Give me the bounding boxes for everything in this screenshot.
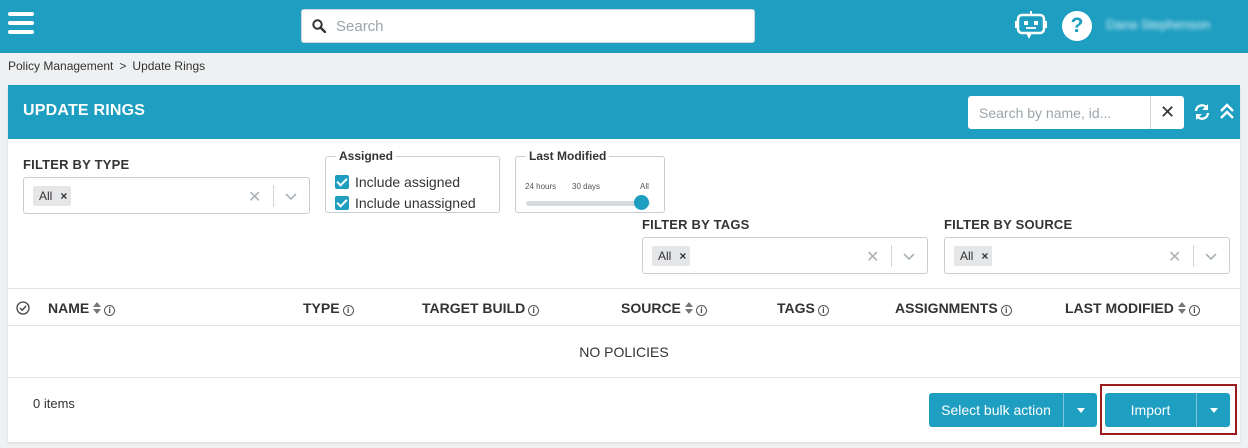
column-label: LAST MODIFIED bbox=[1065, 300, 1174, 316]
column-label: SOURCE bbox=[621, 300, 681, 316]
info-icon[interactable]: i bbox=[1188, 305, 1200, 316]
column-assignments[interactable]: ASSIGNMENTS i bbox=[895, 300, 1012, 316]
remove-tag-icon[interactable]: × bbox=[981, 249, 988, 263]
slider-tick-24-hours: 24 hours bbox=[525, 182, 557, 191]
column-tags[interactable]: TAGS i bbox=[777, 300, 829, 316]
slider-tick-all: All bbox=[640, 182, 649, 191]
user-name[interactable]: Dana Stephenson bbox=[1106, 17, 1210, 32]
bulk-action-button-group: Select bulk action bbox=[929, 393, 1097, 427]
filter-tags-select[interactable]: All × ✕ bbox=[642, 237, 928, 274]
divider bbox=[1193, 245, 1194, 267]
filter-source-select[interactable]: All × ✕ bbox=[944, 237, 1230, 274]
global-search-input[interactable] bbox=[336, 10, 736, 42]
search-icon bbox=[312, 19, 326, 33]
column-label: TYPE bbox=[303, 300, 340, 316]
chevron-down-icon[interactable] bbox=[283, 188, 299, 204]
close-icon[interactable]: ✕ bbox=[1150, 96, 1184, 129]
item-count: 0 items bbox=[33, 396, 75, 411]
empty-state: NO POLICIES bbox=[8, 326, 1240, 378]
clear-icon[interactable]: ✕ bbox=[1168, 247, 1181, 267]
include-unassigned-checkbox[interactable]: Include unassigned bbox=[335, 195, 476, 211]
sort-icon[interactable] bbox=[1177, 302, 1186, 314]
slider-tick-30-days: 30 days bbox=[572, 182, 601, 191]
caret-down-icon[interactable] bbox=[1063, 393, 1097, 427]
last-modified-group: Last Modified 24 hours 30 days All bbox=[515, 149, 665, 213]
breadcrumb: Policy Management > Update Rings bbox=[8, 59, 205, 73]
breadcrumb-policy-management[interactable]: Policy Management bbox=[8, 59, 113, 73]
panel-search: ✕ bbox=[968, 96, 1184, 129]
filter-type-select[interactable]: All × ✕ bbox=[23, 177, 310, 214]
last-modified-legend: Last Modified bbox=[529, 149, 607, 163]
column-type[interactable]: TYPE i bbox=[303, 300, 354, 316]
breadcrumb-update-rings: Update Rings bbox=[132, 59, 206, 73]
info-icon[interactable]: i bbox=[695, 305, 707, 316]
filter-type-tag: All × bbox=[33, 186, 72, 206]
filter-source-label: FILTER BY SOURCE bbox=[944, 217, 1073, 232]
remove-tag-icon[interactable]: × bbox=[679, 249, 686, 263]
help-icon[interactable]: ? bbox=[1062, 11, 1092, 41]
top-bar: ? Dana Stephenson bbox=[0, 0, 1248, 53]
info-icon[interactable]: i bbox=[1000, 305, 1012, 316]
column-last-modified[interactable]: LAST MODIFIED i bbox=[1065, 300, 1200, 316]
table-header: NAME i TYPE i TARGET BUILD i SOURCE i TAGS i … bbox=[8, 288, 1240, 326]
global-search bbox=[301, 9, 755, 43]
breadcrumb-separator: > bbox=[119, 59, 127, 73]
filter-source-tag: All × bbox=[954, 246, 993, 266]
info-icon[interactable]: i bbox=[528, 305, 540, 316]
column-label: NAME bbox=[48, 300, 90, 316]
panel-search-input[interactable] bbox=[968, 96, 1150, 129]
filter-tags-tag: All × bbox=[652, 246, 691, 266]
filter-type-label: FILTER BY TYPE bbox=[23, 157, 130, 172]
update-rings-panel: UPDATE RINGS ✕ FILTER BY TYPE All × ✕ Ass… bbox=[8, 85, 1240, 442]
remove-tag-icon[interactable]: × bbox=[60, 189, 67, 203]
bulk-action-button[interactable]: Select bulk action bbox=[929, 393, 1063, 427]
slider-handle[interactable] bbox=[634, 195, 649, 210]
include-assigned-label: Include assigned bbox=[355, 174, 461, 190]
clear-icon[interactable]: ✕ bbox=[866, 247, 879, 267]
checkbox-icon bbox=[335, 175, 349, 189]
filter-tags-label: FILTER BY TAGS bbox=[642, 217, 750, 232]
tag-label: All bbox=[39, 189, 53, 203]
tag-label: All bbox=[658, 249, 672, 263]
include-assigned-checkbox[interactable]: Include assigned bbox=[335, 174, 460, 190]
column-label: TARGET BUILD bbox=[422, 300, 526, 316]
chevron-down-icon[interactable] bbox=[901, 248, 917, 264]
clear-icon[interactable]: ✕ bbox=[248, 187, 261, 207]
page-title: UPDATE RINGS bbox=[23, 102, 146, 119]
last-modified-slider[interactable] bbox=[526, 201, 650, 206]
panel-header: UPDATE RINGS ✕ bbox=[8, 85, 1240, 139]
assigned-legend: Assigned bbox=[339, 149, 394, 163]
info-icon[interactable]: i bbox=[104, 305, 116, 316]
divider bbox=[273, 185, 274, 207]
column-label: ASSIGNMENTS bbox=[895, 300, 998, 316]
info-icon[interactable]: i bbox=[342, 305, 354, 316]
assigned-group: Assigned Include assigned Include unassi… bbox=[325, 149, 500, 213]
column-target-build[interactable]: TARGET BUILD i bbox=[422, 300, 540, 316]
sort-icon[interactable] bbox=[93, 302, 102, 314]
import-highlight-box bbox=[1100, 384, 1237, 435]
divider bbox=[891, 245, 892, 267]
checkbox-icon bbox=[335, 196, 349, 210]
include-unassigned-label: Include unassigned bbox=[355, 195, 476, 211]
refresh-icon[interactable] bbox=[1193, 103, 1211, 121]
menu-icon[interactable] bbox=[8, 12, 34, 36]
collapse-icon[interactable] bbox=[1219, 103, 1235, 121]
info-icon[interactable]: i bbox=[817, 305, 829, 316]
column-source[interactable]: SOURCE i bbox=[621, 300, 707, 316]
bot-icon[interactable] bbox=[1014, 10, 1048, 42]
tag-label: All bbox=[960, 249, 974, 263]
column-label: TAGS bbox=[777, 300, 815, 316]
column-name[interactable]: NAME i bbox=[48, 300, 116, 316]
sort-icon[interactable] bbox=[684, 302, 693, 314]
chevron-down-icon[interactable] bbox=[1203, 248, 1219, 264]
select-all-icon[interactable] bbox=[16, 301, 30, 315]
